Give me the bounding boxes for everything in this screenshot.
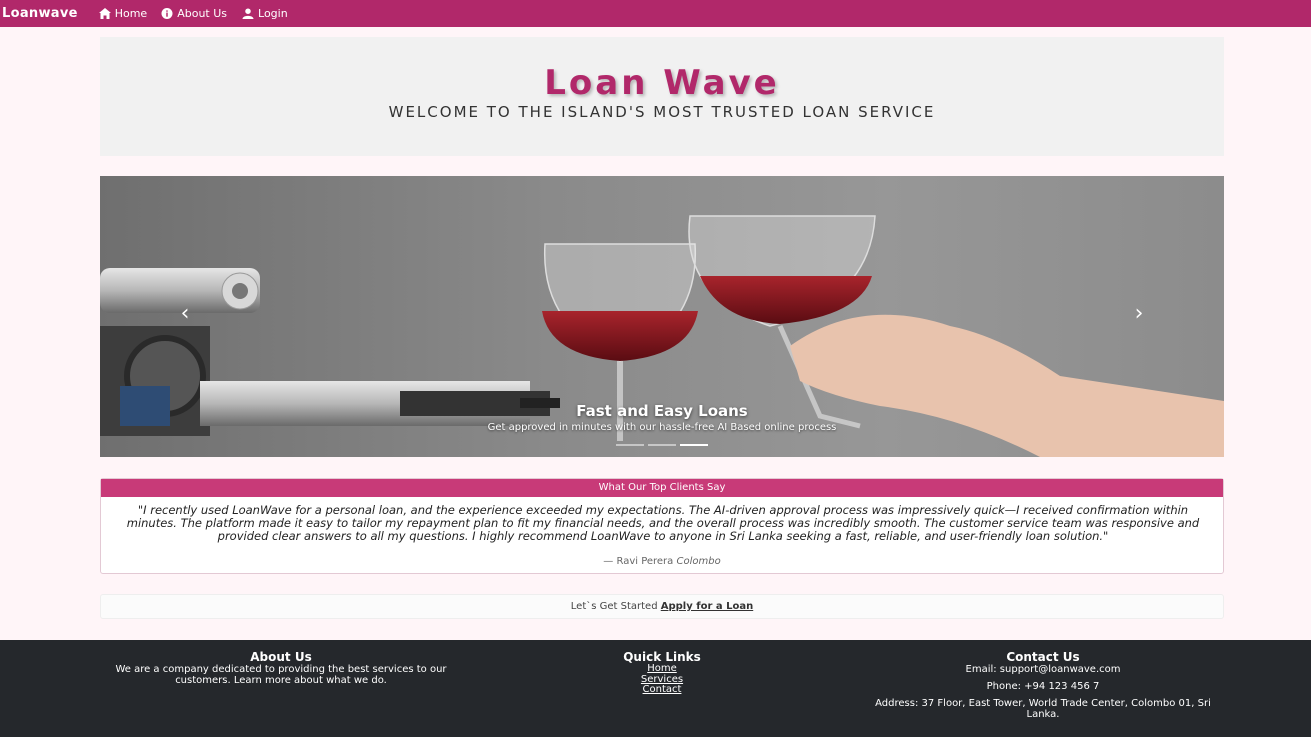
hero-banner: Loan Wave WELCOME TO THE ISLAND'S MOST T… [100,37,1224,156]
image-carousel: ‹ › Fast and Easy Loans Get approved in … [100,176,1224,457]
carousel-indicator-1[interactable] [616,444,644,446]
carousel-indicator-3[interactable] [680,444,708,446]
footer-links-title: Quick Links [623,650,701,664]
testimonial-card: What Our Top Clients Say "I recently use… [100,478,1224,574]
carousel-prev-button[interactable]: ‹ [175,302,195,326]
testimonial-author-city: Colombo [676,556,721,567]
testimonial-quote: "I recently used LoanWave for a personal… [126,503,1200,543]
carousel-caption-text: Get approved in minutes with our hassle-… [487,422,837,433]
footer-about-title: About Us [250,650,312,664]
nav-login-link[interactable]: Login [242,7,288,20]
nav-login-label: Login [258,7,288,20]
footer-phone: Phone: +94 123 456 7 [986,681,1100,692]
footer-contact-title: Contact Us [1006,650,1080,664]
brand-logo[interactable]: Loanwave [2,6,78,21]
nav-about-link[interactable]: About Us [161,7,227,20]
chevron-left-icon: ‹ [180,301,190,326]
hero-subtitle: WELCOME TO THE ISLAND'S MOST TRUSTED LOA… [388,103,936,121]
footer-email: Email: support@loanwave.com [965,664,1121,675]
carousel-caption-title: Fast and Easy Loans [576,402,748,420]
cta-text: Let`s Get Started [570,601,658,612]
footer-about: About Us We are a company dedicated to p… [100,640,462,686]
cta-bar: Let`s Get Started Apply for a Loan [100,594,1224,619]
apply-loan-link[interactable]: Apply for a Loan [661,601,753,612]
footer: About Us We are a company dedicated to p… [0,640,1311,737]
carousel-next-button[interactable]: › [1129,302,1149,326]
footer-link-home[interactable]: Home [562,663,762,675]
nav-home-label: Home [114,7,148,20]
nav-home-link[interactable]: Home [98,7,148,20]
nav-about-label: About Us [177,7,228,20]
testimonial-author-name: — Ravi Perera [603,556,674,567]
user-icon [242,8,254,19]
footer-quick-links: Quick Links Home Services Contact [562,640,762,696]
info-icon [161,8,173,19]
top-navbar: Loanwave Home About Us Login [0,0,1311,27]
footer-about-text: We are a company dedicated to providing … [115,664,447,686]
carousel-indicator-2[interactable] [648,444,676,446]
hero-title: Loan Wave [544,63,780,103]
footer-address: Address: 37 Floor, East Tower, World Tra… [875,698,1211,720]
testimonial-header: What Our Top Clients Say [101,479,1223,497]
chevron-right-icon: › [1134,301,1144,326]
testimonial-author: — Ravi Perera Colombo [101,556,1223,567]
carousel-indicators [100,444,1224,446]
footer-contact: Contact Us Email: support@loanwave.com P… [862,640,1224,720]
home-icon [98,8,111,19]
footer-link-contact[interactable]: Contact [562,684,762,696]
